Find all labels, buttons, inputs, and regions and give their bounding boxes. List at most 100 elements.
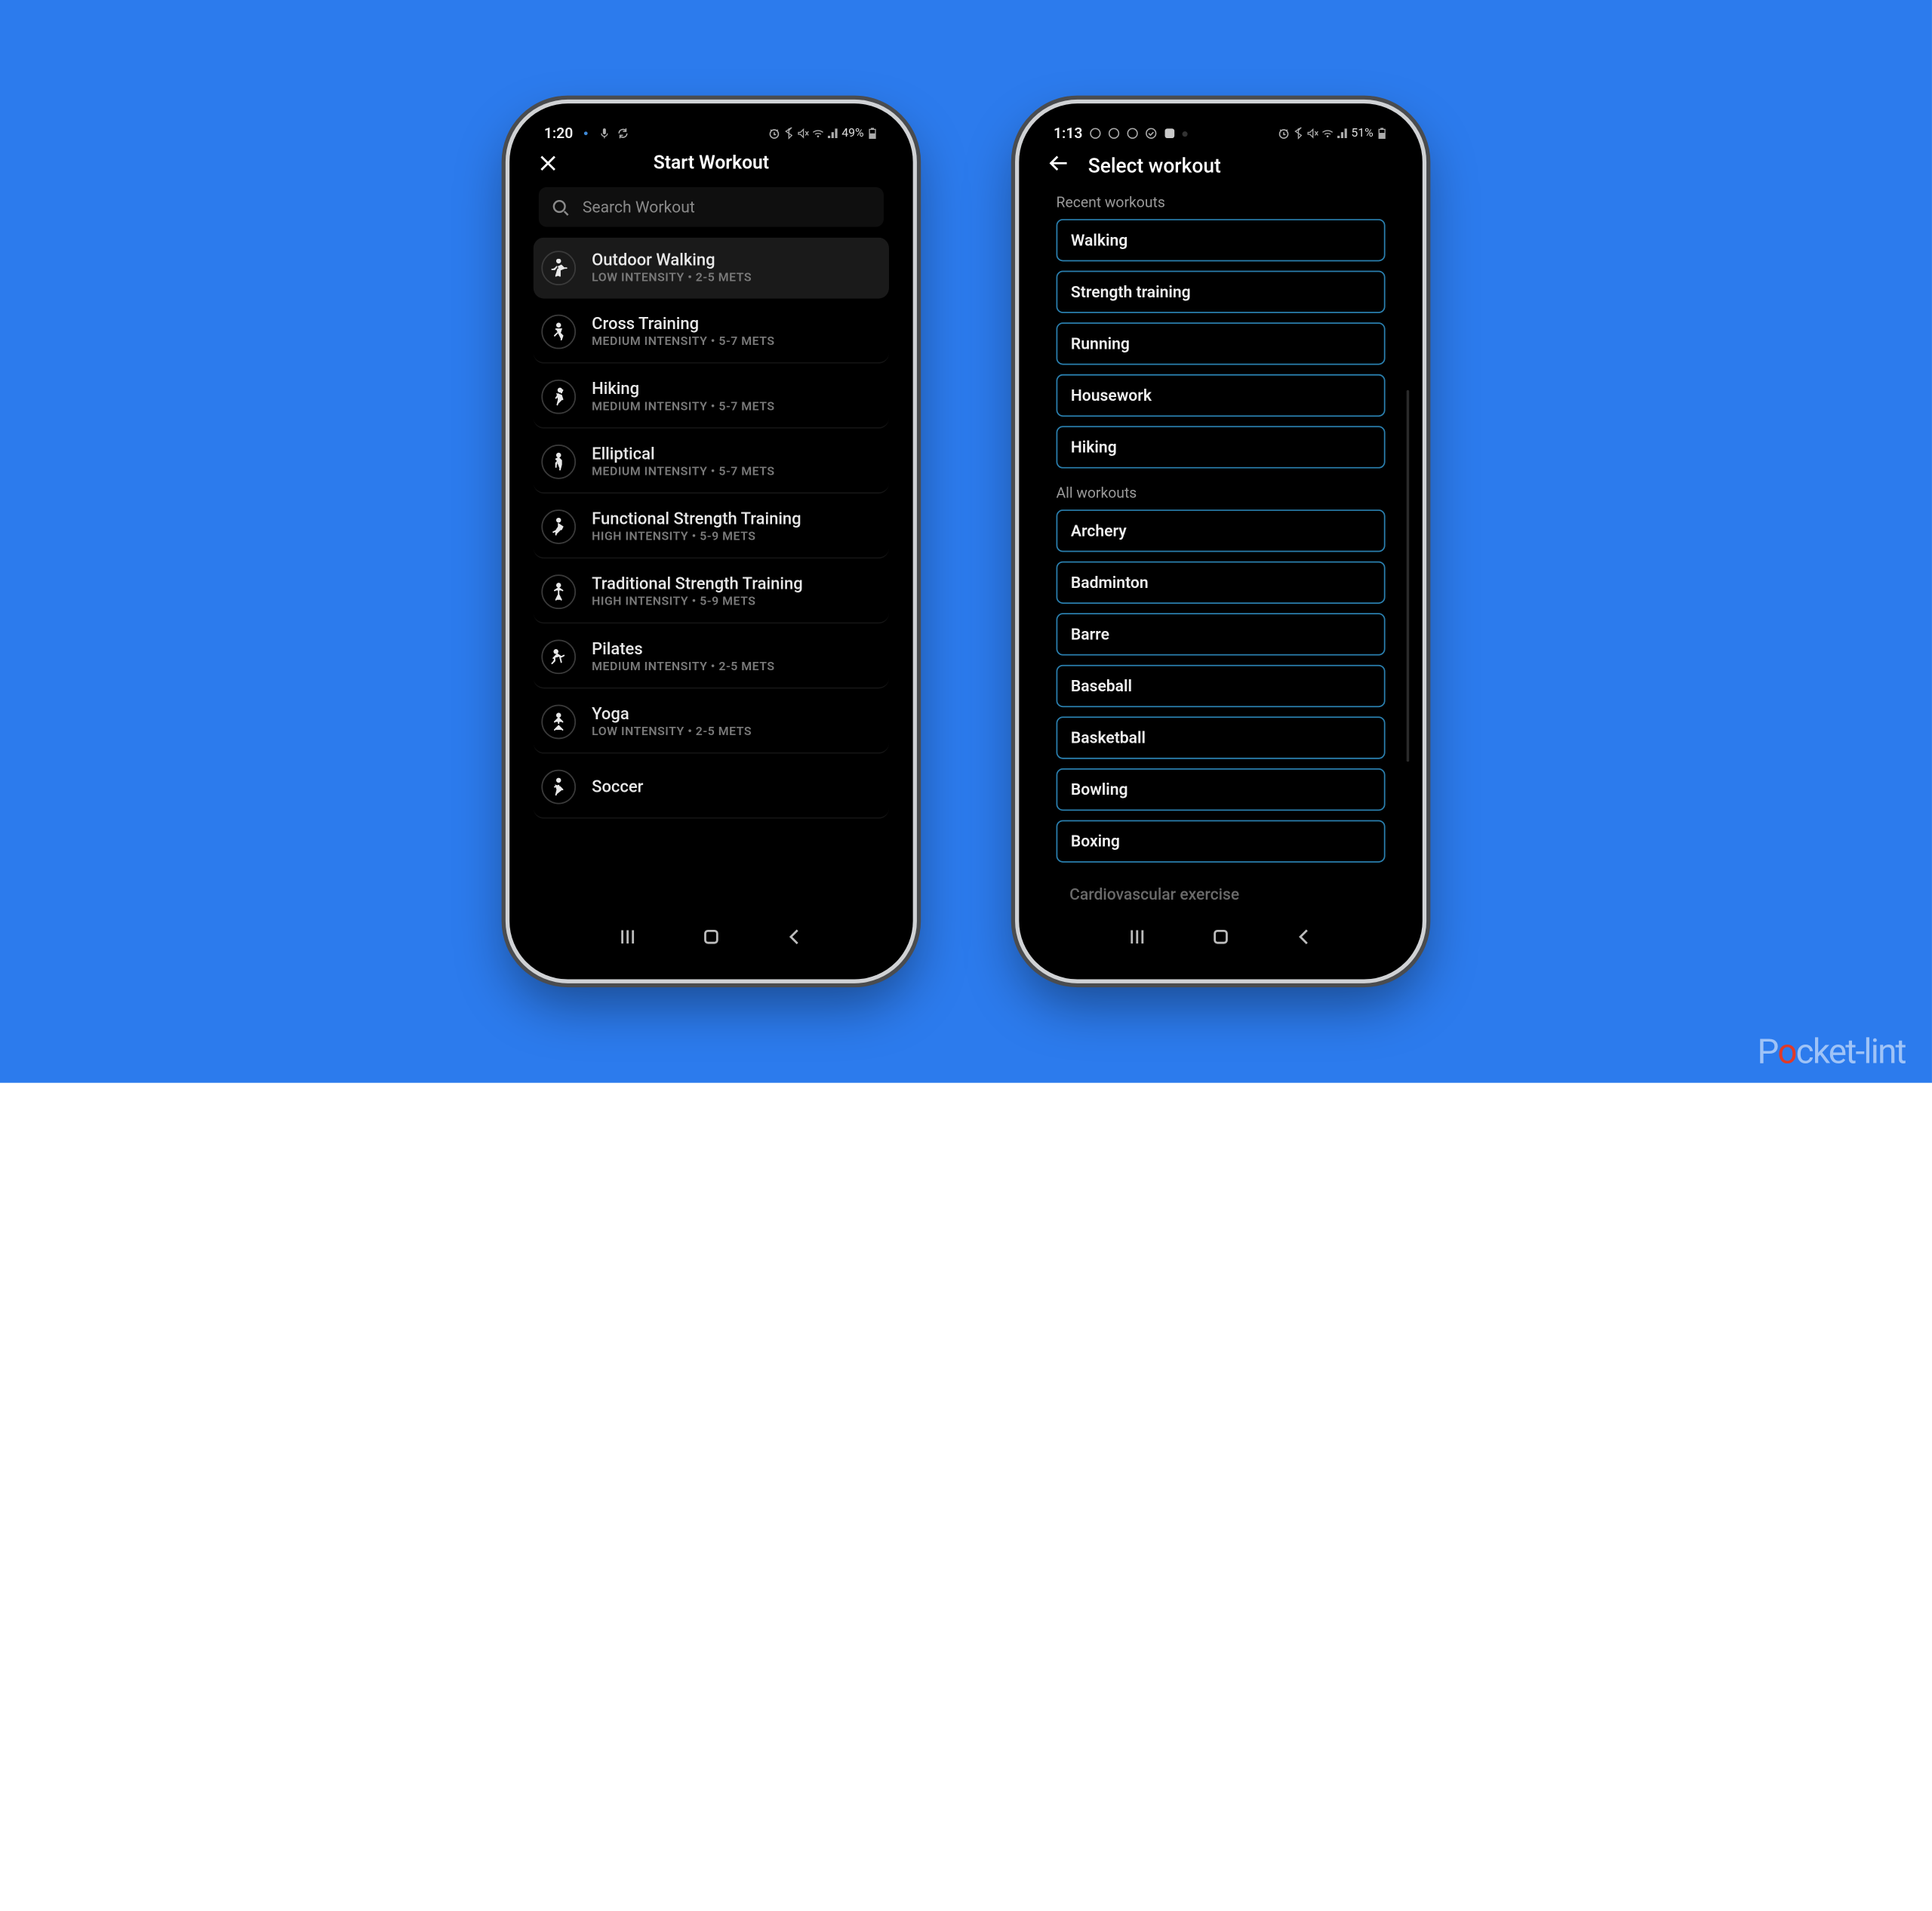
mic-icon: [598, 128, 611, 140]
workout-chip[interactable]: Basketball: [1057, 716, 1386, 759]
workout-icon: [541, 380, 576, 414]
workout-title: Traditional Strength Training: [592, 574, 802, 594]
workout-scroll[interactable]: Recent workouts Walking Strength training…: [1029, 191, 1411, 968]
workout-item[interactable]: Outdoor WalkingLOW INTENSITY • 2-5 METS: [534, 238, 889, 299]
mute-icon: [798, 128, 810, 140]
workout-sub: MEDIUM INTENSITY • 2-5 METS: [592, 661, 774, 675]
workout-item[interactable]: Pilates MEDIUM INTENSITY • 2-5 METS: [534, 626, 889, 689]
workout-icon: [541, 445, 576, 479]
workout-chip[interactable]: Boxing: [1057, 820, 1386, 863]
workout-item[interactable]: EllipticalMEDIUM INTENSITY • 5-7 METS: [534, 431, 889, 494]
workout-chip[interactable]: Baseball: [1057, 665, 1386, 707]
workout-chip[interactable]: Badminton: [1057, 562, 1386, 604]
workout-item[interactable]: Soccer: [534, 756, 889, 819]
workout-icon: [541, 639, 576, 674]
workout-title: Yoga: [592, 705, 752, 725]
workout-icon: [541, 509, 576, 544]
mute-icon: [1307, 128, 1319, 140]
recents-button[interactable]: [617, 926, 638, 952]
workout-sub: MEDIUM INTENSITY • 5-7 METS: [592, 466, 774, 479]
workout-item[interactable]: Functional Strength TrainingHIGH INTENSI…: [534, 497, 889, 559]
app-icon: [1145, 128, 1157, 140]
workout-sub: LOW INTENSITY • 2-5 METS: [592, 726, 752, 740]
android-nav: [1029, 919, 1411, 961]
workout-chip[interactable]: Hiking: [1057, 426, 1386, 468]
workout-icon: [541, 770, 576, 805]
workout-icon: [541, 574, 576, 609]
workout-sub: HIGH INTENSITY • 5-9 METS: [592, 531, 801, 544]
workout-text: Cross Training MEDIUM INTENSITY • 5-7 MET…: [592, 315, 774, 349]
scrollbar[interactable]: [1407, 390, 1410, 762]
workout-text: Traditional Strength TrainingHIGH INTENS…: [592, 574, 802, 609]
all-list: Archery Badminton Barre Baseball Basketball B…: [1029, 509, 1411, 909]
battery-pct: 51%: [1351, 127, 1373, 140]
app-icon: [1164, 128, 1176, 140]
workout-title: Hiking: [592, 380, 774, 399]
signal-icon: [827, 128, 839, 140]
workout-list[interactable]: Outdoor WalkingLOW INTENSITY • 2-5 METS C…: [520, 238, 902, 969]
section-all: All workouts: [1029, 482, 1411, 509]
status-bar: 1:20 49%: [520, 114, 902, 144]
phone-right-screen: 1:13 51%: [1029, 114, 1411, 968]
workout-chip[interactable]: Housework: [1057, 374, 1386, 417]
app-icon: [1108, 128, 1120, 140]
workout-chip[interactable]: Bowling: [1057, 768, 1386, 811]
battery-icon: [1376, 128, 1388, 140]
home-button[interactable]: [1210, 926, 1231, 952]
watermark-p: P: [1758, 1032, 1778, 1072]
workout-chip[interactable]: Archery: [1057, 509, 1386, 552]
workout-icon: [541, 315, 576, 349]
indicator-dot-icon: [580, 128, 592, 140]
workout-text: Outdoor WalkingLOW INTENSITY • 2-5 METS: [592, 251, 752, 285]
workout-sub: LOW INTENSITY • 2-5 METS: [592, 272, 752, 285]
workout-item[interactable]: YogaLOW INTENSITY • 2-5 METS: [534, 691, 889, 754]
workout-chip[interactable]: Walking: [1057, 219, 1386, 261]
android-nav: [520, 919, 902, 961]
close-icon[interactable]: [539, 154, 563, 173]
page-title: Select workout: [1088, 153, 1221, 177]
sync-icon: [617, 128, 629, 140]
workout-chip[interactable]: Running: [1057, 322, 1386, 365]
status-bar: 1:13 51%: [1029, 114, 1411, 144]
app-icon: [1089, 128, 1101, 140]
watermark-rest: cket-lint: [1796, 1032, 1906, 1072]
search-placeholder: Search Workout: [583, 198, 871, 217]
more-dot-icon: [1182, 131, 1187, 136]
app-icon: [1126, 128, 1138, 140]
app-header: Start Workout: [520, 145, 902, 187]
back-button[interactable]: [783, 926, 804, 952]
workout-title: Soccer: [592, 777, 643, 796]
back-button[interactable]: [1294, 926, 1315, 952]
section-recent: Recent workouts: [1029, 191, 1411, 219]
battery-icon: [866, 128, 878, 140]
workout-item[interactable]: Traditional Strength TrainingHIGH INTENS…: [534, 562, 889, 624]
status-left: 1:20: [544, 125, 629, 142]
workout-item[interactable]: Cross Training MEDIUM INTENSITY • 5-7 MET…: [534, 301, 889, 364]
alarm-icon: [1278, 128, 1291, 140]
recents-button[interactable]: [1127, 926, 1148, 952]
status-left: 1:13: [1054, 125, 1187, 142]
workout-item[interactable]: Hiking MEDIUM INTENSITY • 5-7 METS: [534, 366, 889, 429]
workout-sub: MEDIUM INTENSITY • 5-7 METS: [592, 401, 774, 414]
watermark-o: o: [1777, 1032, 1795, 1072]
workout-icon: [541, 251, 576, 285]
workout-chip-cutoff[interactable]: Cardiovascular exercise: [1057, 880, 1386, 909]
workout-text: YogaLOW INTENSITY • 2-5 METS: [592, 705, 752, 740]
clock: 1:20: [544, 125, 573, 142]
bluetooth-icon: [1293, 128, 1305, 140]
search-input[interactable]: Search Workout: [539, 187, 884, 227]
workout-sub: MEDIUM INTENSITY • 5-7 METS: [592, 336, 774, 349]
signal-icon: [1337, 128, 1349, 140]
workout-chip[interactable]: Strength training: [1057, 271, 1386, 313]
home-button[interactable]: [700, 926, 721, 952]
workout-chip[interactable]: Barre: [1057, 613, 1386, 655]
back-arrow-icon[interactable]: [1048, 152, 1069, 177]
workout-text: Soccer: [592, 777, 643, 796]
status-right: 49%: [768, 127, 878, 140]
app-header: Select workout: [1029, 145, 1411, 192]
workout-title: Pilates: [592, 639, 774, 659]
clock: 1:13: [1054, 125, 1082, 142]
workout-text: EllipticalMEDIUM INTENSITY • 5-7 METS: [592, 445, 774, 479]
phone-left-screen: 1:20 49% Start Workout: [520, 114, 902, 968]
workout-title: Cross Training: [592, 315, 774, 334]
